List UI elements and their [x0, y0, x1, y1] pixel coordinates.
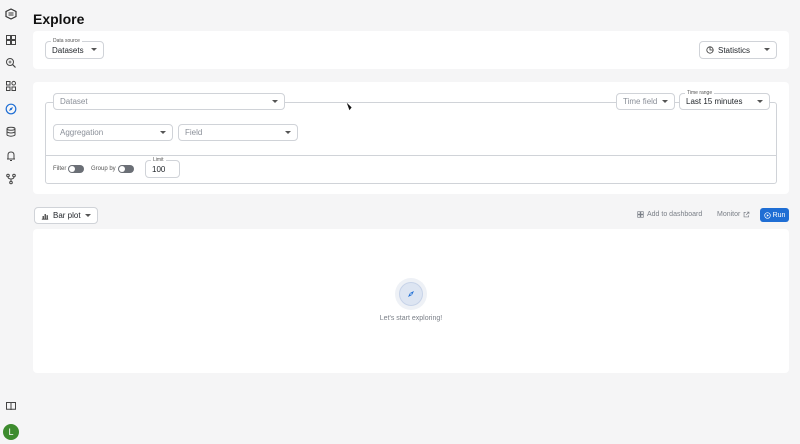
empty-state-compass: [395, 278, 427, 310]
chevron-down-icon: [757, 99, 763, 103]
chevron-down-icon: [285, 130, 291, 134]
chart-type-value: Bar plot: [53, 211, 81, 220]
run-label: Run: [772, 211, 786, 219]
add-to-dashboard-button[interactable]: Add to dashboard: [637, 211, 702, 218]
empty-state-message: Let's start exploring!: [379, 315, 443, 322]
chevron-down-icon: [272, 99, 278, 103]
database-icon[interactable]: [5, 126, 17, 138]
dataset-placeholder: Dataset: [60, 97, 88, 106]
logo-icon[interactable]: [5, 8, 17, 20]
book-icon[interactable]: [5, 400, 17, 412]
field-placeholder: Field: [185, 128, 203, 137]
group-by-label: Group by: [91, 166, 116, 172]
chart-type-select[interactable]: Bar plot: [34, 207, 98, 224]
time-range-select[interactable]: Time range Last 15 minutes: [679, 90, 770, 110]
monitor-button[interactable]: Monitor: [717, 211, 750, 218]
search-zoom-icon[interactable]: [5, 57, 17, 69]
play-icon: [763, 211, 771, 219]
data-source-label: Data source: [51, 38, 82, 45]
time-range-value: Last 15 minutes: [686, 97, 743, 106]
apps-icon[interactable]: [5, 80, 17, 92]
alert-icon[interactable]: [5, 150, 17, 162]
aggregation-placeholder: Aggregation: [60, 128, 104, 137]
bar-chart-icon: [41, 213, 49, 220]
data-source-select[interactable]: Data source Datasets: [45, 38, 104, 59]
limit-input[interactable]: Limit 100: [145, 157, 180, 178]
filter-label: Filter: [53, 166, 67, 172]
chevron-down-icon: [662, 99, 668, 103]
group-by-toggle[interactable]: [118, 165, 134, 173]
explore-compass-icon[interactable]: [5, 103, 17, 115]
time-field-placeholder: Time field: [623, 97, 658, 106]
chevron-down-icon: [91, 48, 97, 51]
avatar-letter: L: [8, 427, 14, 437]
add-to-dashboard-label: Add to dashboard: [647, 211, 703, 218]
external-link-icon: [744, 211, 750, 218]
dataset-select[interactable]: Dataset: [53, 93, 285, 110]
run-button[interactable]: Run: [760, 208, 789, 222]
sidebar: L: [0, 0, 22, 444]
limit-value: 100: [152, 164, 166, 174]
monitor-label: Monitor: [717, 211, 741, 218]
mode-select-value: Statistics: [718, 45, 751, 55]
git-branch-icon[interactable]: [5, 173, 17, 185]
limit-label: Limit: [151, 157, 166, 164]
data-source-card: [33, 31, 789, 69]
dashboard-icon[interactable]: [5, 34, 17, 46]
mode-select[interactable]: Statistics: [699, 41, 777, 59]
chevron-down-icon: [85, 213, 91, 217]
field-select[interactable]: Field: [178, 124, 298, 141]
compass-icon: [408, 291, 414, 297]
avatar[interactable]: L: [3, 424, 19, 440]
filter-toggle[interactable]: [68, 165, 84, 173]
dashboard-icon: [637, 211, 644, 218]
data-source-value: Datasets: [52, 45, 84, 55]
clock-pie-icon: [706, 46, 714, 54]
query-divider: [45, 155, 777, 156]
time-field-select[interactable]: Time field: [616, 93, 675, 110]
time-range-label: Time range: [685, 90, 715, 97]
chevron-down-icon: [764, 48, 770, 51]
chevron-down-icon: [160, 130, 166, 134]
page-title: Explore: [33, 11, 85, 27]
aggregation-select[interactable]: Aggregation: [53, 124, 173, 141]
